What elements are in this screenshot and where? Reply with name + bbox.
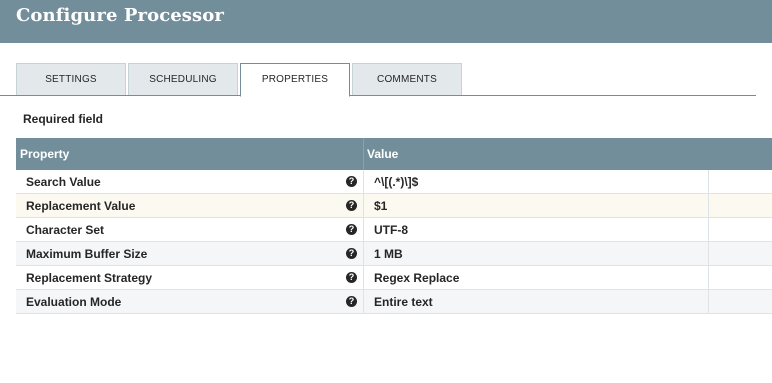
- table-row[interactable]: Evaluation Mode ? Entire text: [16, 290, 772, 314]
- property-value[interactable]: UTF-8: [374, 223, 408, 237]
- table-header: Property Value: [16, 138, 772, 170]
- question-circle-icon[interactable]: ?: [346, 176, 357, 187]
- question-circle-icon[interactable]: ?: [346, 200, 357, 211]
- cell-divider: [708, 290, 709, 314]
- property-name: Replacement Strategy: [26, 271, 153, 285]
- cell-divider: [708, 218, 709, 242]
- cell-divider: [708, 266, 709, 290]
- cell-divider: [363, 266, 364, 290]
- tab-bar: SETTINGS SCHEDULING PROPERTIES COMMENTS: [16, 63, 772, 97]
- property-value[interactable]: ^\[(.*)\]$: [374, 175, 418, 189]
- cell-divider: [363, 290, 364, 314]
- tab-settings[interactable]: SETTINGS: [16, 63, 126, 95]
- question-circle-icon[interactable]: ?: [346, 224, 357, 235]
- cell-divider: [363, 170, 364, 194]
- cell-divider: [708, 194, 709, 218]
- cell-divider: [708, 170, 709, 194]
- tab-comments[interactable]: COMMENTS: [352, 63, 462, 95]
- column-header-property[interactable]: Property: [20, 147, 69, 161]
- cell-divider: [363, 194, 364, 218]
- dialog-title: Configure Processor: [16, 5, 224, 26]
- column-divider: [363, 138, 364, 170]
- question-circle-icon[interactable]: ?: [346, 296, 357, 307]
- dialog-header: Configure Processor: [0, 0, 772, 43]
- property-name: Evaluation Mode: [26, 295, 122, 309]
- property-value[interactable]: $1: [374, 199, 387, 213]
- tab-scheduling[interactable]: SCHEDULING: [128, 63, 238, 95]
- tab-properties[interactable]: PROPERTIES: [240, 63, 350, 97]
- question-circle-icon[interactable]: ?: [346, 248, 357, 259]
- property-value[interactable]: Regex Replace: [374, 271, 459, 285]
- cell-divider: [363, 242, 364, 266]
- properties-table: Property Value Search Value ? ^\[(.*)\]$…: [16, 138, 772, 314]
- property-name: Character Set: [26, 223, 105, 237]
- property-value[interactable]: 1 MB: [374, 247, 403, 261]
- property-name: Search Value: [26, 175, 101, 189]
- table-row[interactable]: Maximum Buffer Size ? 1 MB: [16, 242, 772, 266]
- property-name: Maximum Buffer Size: [26, 247, 148, 261]
- table-row[interactable]: Search Value ? ^\[(.*)\]$: [16, 170, 772, 194]
- table-row[interactable]: Replacement Strategy ? Regex Replace: [16, 266, 772, 290]
- column-header-value[interactable]: Value: [367, 147, 398, 161]
- table-row[interactable]: Character Set ? UTF-8: [16, 218, 772, 242]
- cell-divider: [363, 218, 364, 242]
- required-field-label: Required field: [23, 112, 104, 126]
- property-name: Replacement Value: [26, 199, 136, 213]
- table-row[interactable]: Replacement Value ? $1: [16, 194, 772, 218]
- property-value[interactable]: Entire text: [374, 295, 433, 309]
- question-circle-icon[interactable]: ?: [346, 272, 357, 283]
- cell-divider: [708, 242, 709, 266]
